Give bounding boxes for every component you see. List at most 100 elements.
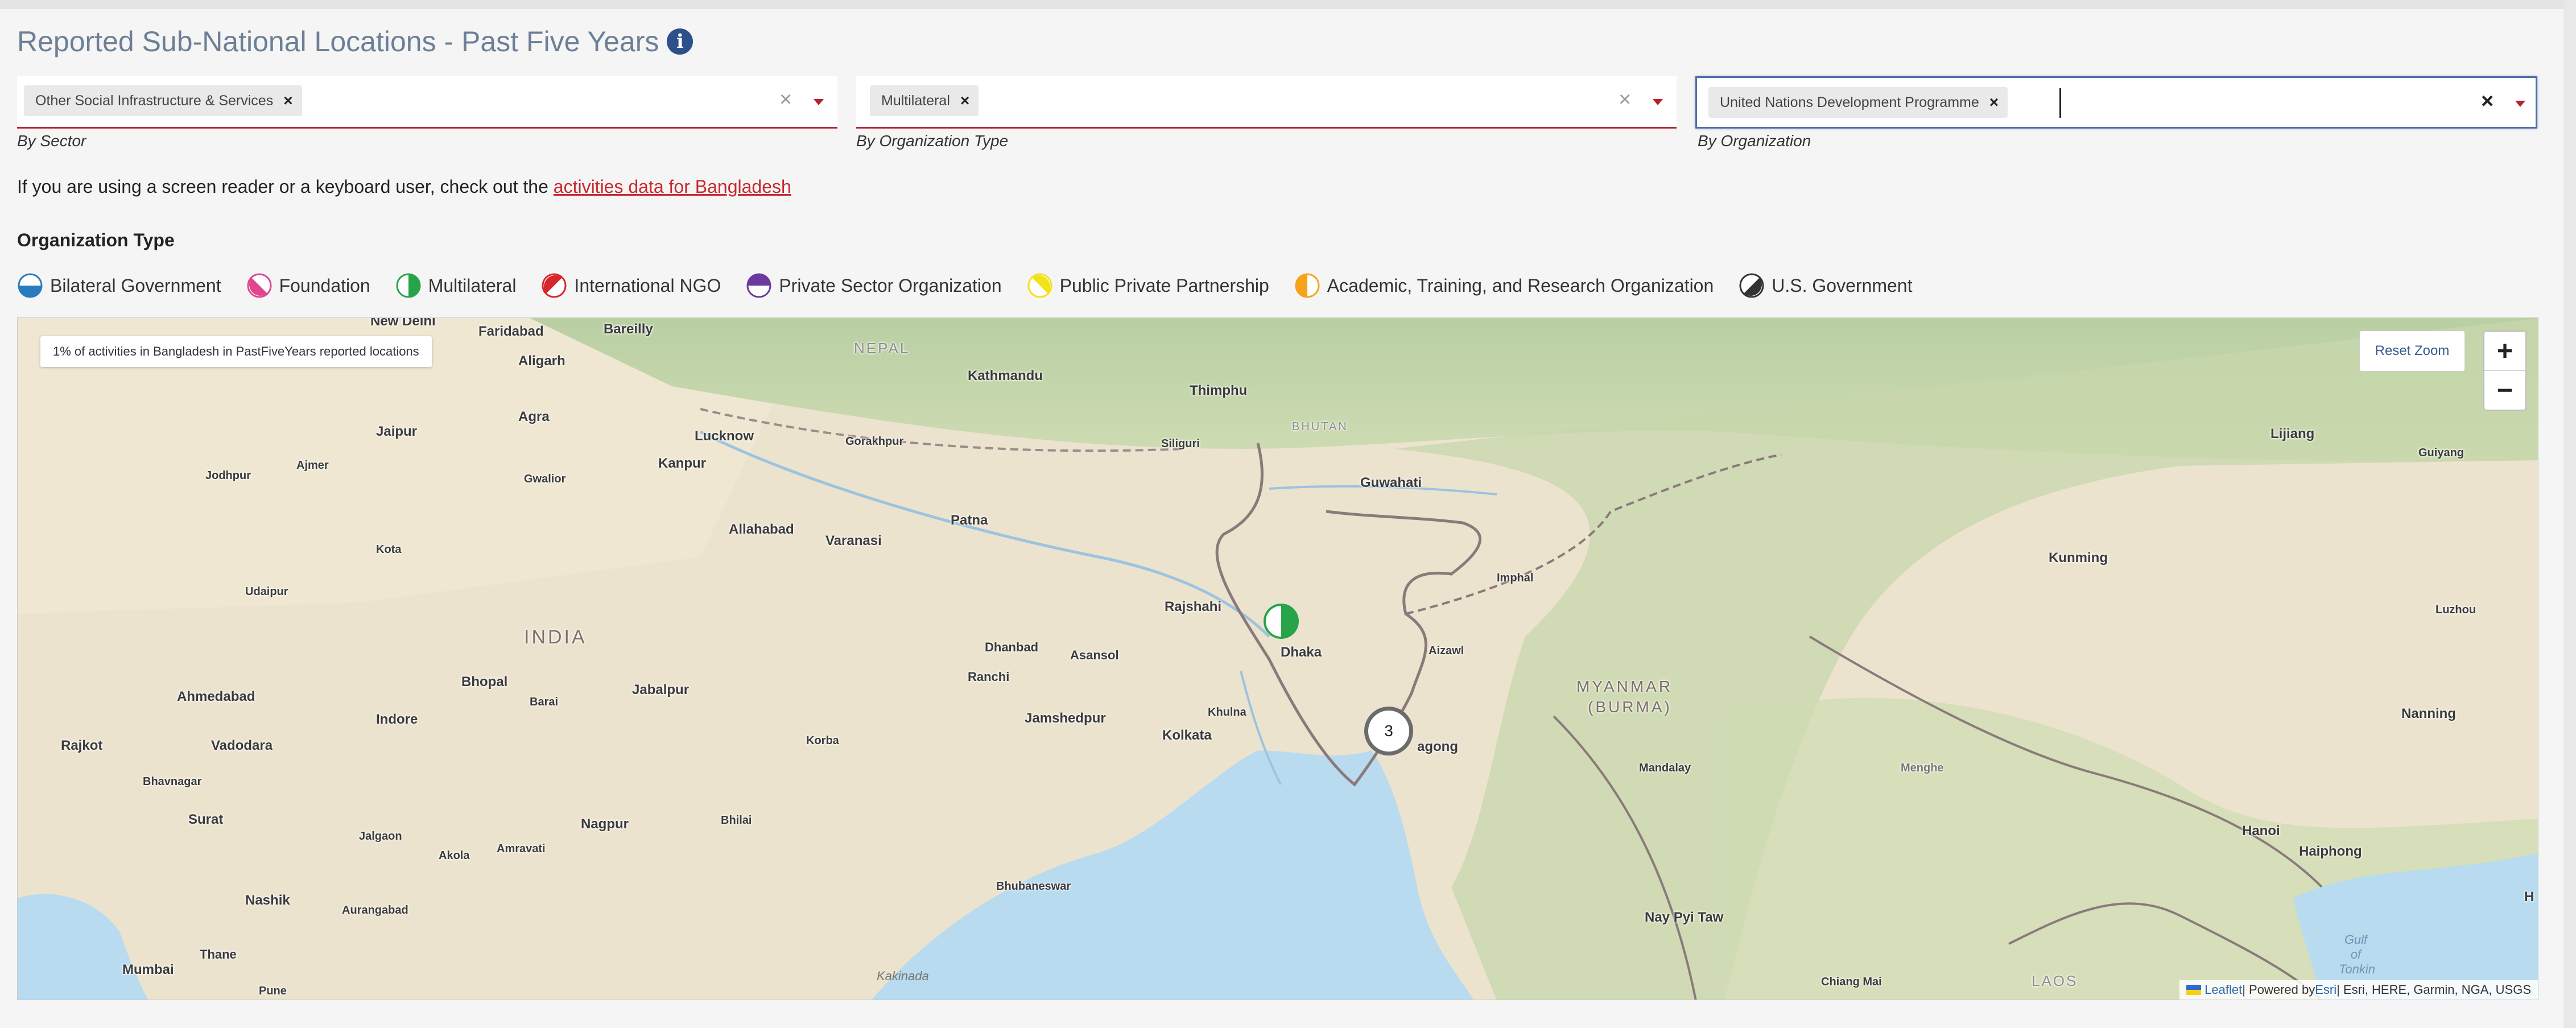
chevron-down-icon[interactable] <box>1653 99 1663 105</box>
multilateral-marker-icon[interactable] <box>1262 602 1300 640</box>
organization-type-filter-label: By Organization Type <box>856 132 1009 150</box>
us-government-icon <box>1739 273 1764 298</box>
chevron-down-icon[interactable] <box>2515 101 2525 107</box>
map-label: Haiphong <box>2299 844 2362 859</box>
map-label: Asansol <box>1070 648 1119 662</box>
map-label: Nagpur <box>581 816 629 832</box>
zoom-out-button[interactable]: − <box>2484 370 2525 410</box>
legend-label: Bilateral Government <box>50 275 221 296</box>
organization-filter-label: By Organization <box>1698 132 1811 150</box>
remove-chip-icon[interactable]: × <box>283 92 292 110</box>
map-label: Khulna <box>1208 706 1246 719</box>
sector-filter[interactable]: Other Social Infrastructure & Services ×… <box>17 76 837 129</box>
map-label: BHUTAN <box>1292 420 1348 433</box>
clear-icon[interactable]: × <box>1619 88 1631 112</box>
map-label: Thimphu <box>1190 383 1248 398</box>
multilateral-icon <box>396 273 421 298</box>
map-label: Patna <box>951 513 988 528</box>
map-label: Guiyang <box>2418 447 2464 459</box>
marker-cluster[interactable]: 3 <box>1364 707 1413 755</box>
sector-chip: Other Social Infrastructure & Services × <box>24 85 302 116</box>
page-title-row: Reported Sub-National Locations - Past F… <box>17 22 693 61</box>
map-label: Korba <box>806 734 839 747</box>
map-label: Bhopal <box>461 674 508 690</box>
map-label: Nanning <box>2401 706 2456 721</box>
page-scrollbar[interactable] <box>2563 0 2576 1028</box>
legend-label: Public Private Partnership <box>1059 275 1269 296</box>
map-coverage-note: 1% of activities in Bangladesh in PastFi… <box>40 336 432 367</box>
map-label: Allahabad <box>729 522 794 537</box>
map-label: Gulf of Tonkin <box>2339 932 2376 976</box>
map-label: Kanpur <box>658 456 706 471</box>
map-label: INDIA <box>524 626 587 648</box>
legend-label: Multilateral <box>428 275 517 296</box>
legend-item-public-private-partnership: Public Private Partnership <box>1027 273 1269 299</box>
map-label: Faridabad <box>478 324 544 339</box>
legend-label: Private Sector Organization <box>779 275 1002 296</box>
map-label: Rajshahi <box>1165 599 1222 614</box>
clear-icon[interactable]: × <box>779 88 792 112</box>
map-label: Ajmer <box>296 459 329 472</box>
organization-chip-label: United Nations Development Programme <box>1720 94 1979 110</box>
esri-link[interactable]: Esri <box>2315 982 2336 997</box>
map-label: Varanasi <box>825 533 882 548</box>
legend-item-multilateral: Multilateral <box>395 273 517 299</box>
legend-item-private-sector-organization: Private Sector Organization <box>746 273 1002 299</box>
map-label: Indore <box>376 712 418 727</box>
map-label: Jalgaon <box>359 830 402 843</box>
bilateral-government-icon <box>18 273 43 298</box>
map-label: Thane <box>200 947 237 961</box>
map-label: Kathmandu <box>968 368 1043 383</box>
map-panel[interactable]: New Delhi Faridabad Bareilly Aligarh NEP… <box>17 317 2538 1000</box>
map-label: Aurangabad <box>342 904 408 916</box>
legend-item-international-ngo: International NGO <box>541 273 721 299</box>
map-label: Jodhpur <box>205 469 251 482</box>
map-tiles <box>18 318 2538 1000</box>
map-label: Luzhou <box>2435 604 2476 616</box>
screen-reader-text: If you are using a screen reader or a ke… <box>17 176 554 197</box>
map-label: Bareilly <box>604 321 653 337</box>
map-label: Bhubaneswar <box>996 880 1071 893</box>
page-title: Reported Sub-National Locations - Past F… <box>17 26 659 57</box>
map-label: Bhavnagar <box>143 775 202 788</box>
attribution-sources: | Esri, HERE, Garmin, NGA, USGS <box>2336 982 2531 997</box>
map-label: Imphal <box>1497 572 1534 584</box>
legend-item-us-government: U.S. Government <box>1739 273 1912 299</box>
organization-filter[interactable]: United Nations Development Programme × × <box>1695 76 2537 129</box>
organization-type-filter[interactable]: Multilateral × × <box>856 76 1677 129</box>
map-label: Gorakhpur <box>845 435 904 448</box>
map-label: Guwahati <box>1360 475 1422 490</box>
legend-label: Academic, Training, and Research Organiz… <box>1327 275 1714 296</box>
map-label: Nashik <box>245 893 290 908</box>
organization-type-heading: Organization Type <box>17 230 175 250</box>
map-label: Nay Pyi Taw <box>1645 910 1724 925</box>
map-label: Barai <box>530 696 559 708</box>
info-icon[interactable]: i <box>667 28 693 55</box>
remove-chip-icon[interactable]: × <box>960 92 969 110</box>
clear-icon[interactable]: × <box>2481 89 2494 114</box>
map-label: Lucknow <box>695 428 754 444</box>
text-cursor <box>2059 88 2061 118</box>
academic-training-research-icon <box>1295 273 1320 298</box>
map-label: agong <box>1417 739 1458 754</box>
zoom-in-button[interactable]: + <box>2484 332 2525 370</box>
map-label: NEPAL <box>854 340 910 357</box>
organization-chip: United Nations Development Programme × <box>1708 87 2008 118</box>
reset-zoom-button[interactable]: Reset Zoom <box>2359 331 2465 371</box>
activities-data-link[interactable]: activities data for Bangladesh <box>554 176 791 197</box>
map-label: Pune <box>259 985 287 997</box>
map-label: Dhanbad <box>985 640 1039 654</box>
remove-chip-icon[interactable]: × <box>1989 93 1999 112</box>
map-label: Vadodara <box>211 738 273 753</box>
leaflet-link[interactable]: Leaflet <box>2205 982 2242 997</box>
legend-item-academic-training-research: Academic, Training, and Research Organiz… <box>1294 273 1714 299</box>
map-label: Mumbai <box>122 962 174 977</box>
map-label: Siliguri <box>1161 437 1200 450</box>
chevron-down-icon[interactable] <box>814 99 824 105</box>
ukraine-flag-icon <box>2186 985 2202 995</box>
map-label: Jamshedpur <box>1025 711 1106 726</box>
organization-type-chip-label: Multilateral <box>881 92 950 109</box>
map-label: Aligarh <box>518 353 565 369</box>
zoom-control: + − <box>2483 331 2527 411</box>
map-label: Dhaka <box>1281 645 1322 660</box>
